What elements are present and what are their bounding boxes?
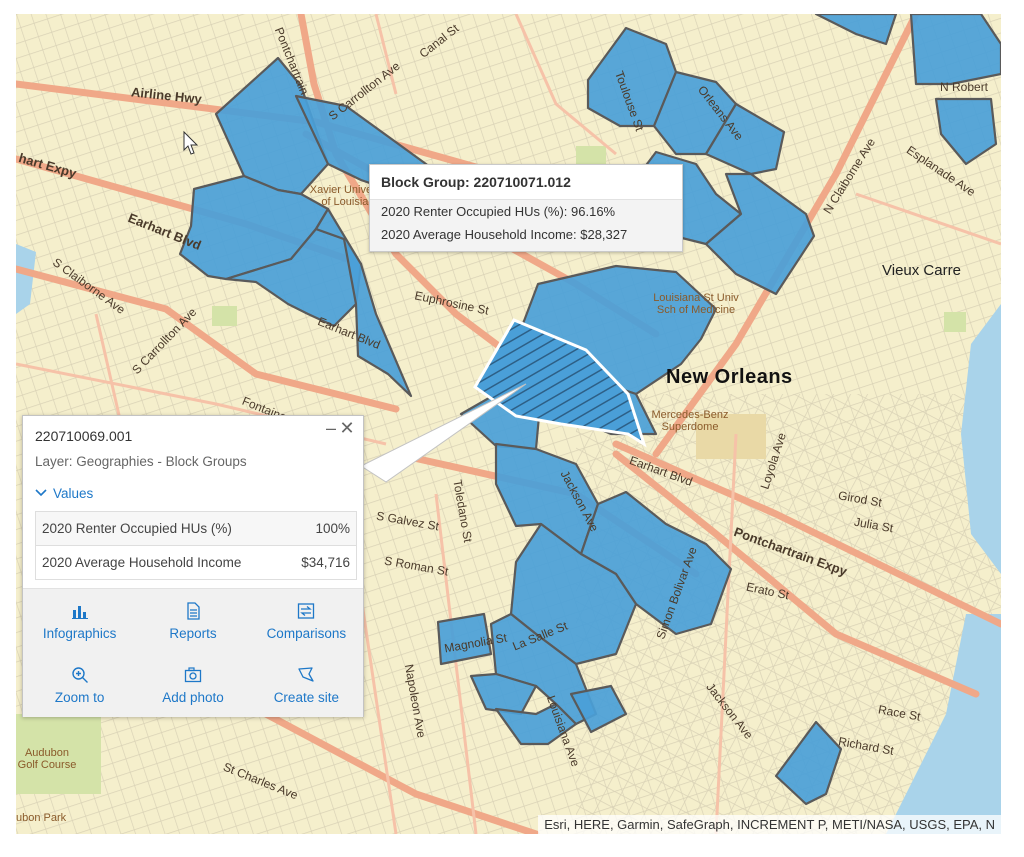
map-attribution: Esri, HERE, Garmin, SafeGraph, INCREMENT… [538,815,1001,834]
popup-title: 220710069.001 [35,428,133,444]
label-superdome: Mercedes-Benz Superdome [651,409,729,433]
hover-tooltip: Block Group: 220710071.012 2020 Renter O… [369,164,683,252]
label-district: Vieux Carre [882,262,961,279]
camera-icon [184,666,202,682]
close-icon[interactable]: ✕ [339,418,355,439]
tooltip-row: 2020 Average Household Income: $28,327 [370,223,682,251]
minimize-icon[interactable]: – [323,418,339,439]
tooltip-row: 2020 Renter Occupied HUs (%): 96.16% [370,200,682,223]
feature-popup: 220710069.001 – ✕ Layer: Geographies - Bl… [22,415,364,717]
chevron-down-icon [35,489,47,497]
popup-layer-name: Layer: Geographies - Block Groups [35,454,247,469]
comparisons-label: Comparisons [266,625,347,641]
popup-actions: Infographics Reports Comparisons Zoom to… [23,588,363,717]
values-table: 2020 Renter Occupied HUs (%) 100% 2020 A… [35,511,357,580]
label-n-robert: N Robert [940,80,989,94]
infographics-button[interactable]: Infographics [23,589,136,653]
add-photo-label: Add photo [162,689,224,705]
zoom-in-icon [71,666,88,683]
compare-icon [298,602,315,619]
label-city: New Orleans [666,366,793,388]
create-site-button[interactable]: Create site [250,653,363,717]
create-site-label: Create site [273,689,339,705]
popup-controls: – ✕ [323,418,355,439]
values-toggle-label: Values [53,486,94,501]
label-lsu-medicine: Louisiana St Univ Sch of Medicine [653,292,739,316]
label-audubon-park: ubon Park [16,812,67,824]
value-label: 2020 Average Household Income [42,555,242,570]
label-audubon-golf: Audubon Golf Course [17,747,77,771]
value-amount: $34,716 [301,555,350,570]
comparisons-button[interactable]: Comparisons [250,589,363,653]
values-toggle[interactable]: Values [35,486,93,501]
add-photo-button[interactable]: Add photo [136,653,249,717]
value-label: 2020 Renter Occupied HUs (%) [42,521,232,536]
reports-button[interactable]: Reports [136,589,249,653]
block-group[interactable] [909,14,1001,86]
zoom-to-label: Zoom to [54,689,105,705]
value-row: 2020 Renter Occupied HUs (%) 100% [36,512,356,545]
document-icon [187,601,200,620]
reports-label: Reports [169,625,217,641]
zoom-to-button[interactable]: Zoom to [23,653,136,717]
park [212,306,237,326]
value-amount: 100% [315,521,350,536]
park [944,312,966,332]
tooltip-title: Block Group: 220710071.012 [370,165,682,200]
bar-chart-icon [71,605,88,619]
value-row: 2020 Average Household Income $34,716 [36,545,356,579]
polygon-icon [298,666,314,682]
infographics-label: Infographics [42,625,117,641]
